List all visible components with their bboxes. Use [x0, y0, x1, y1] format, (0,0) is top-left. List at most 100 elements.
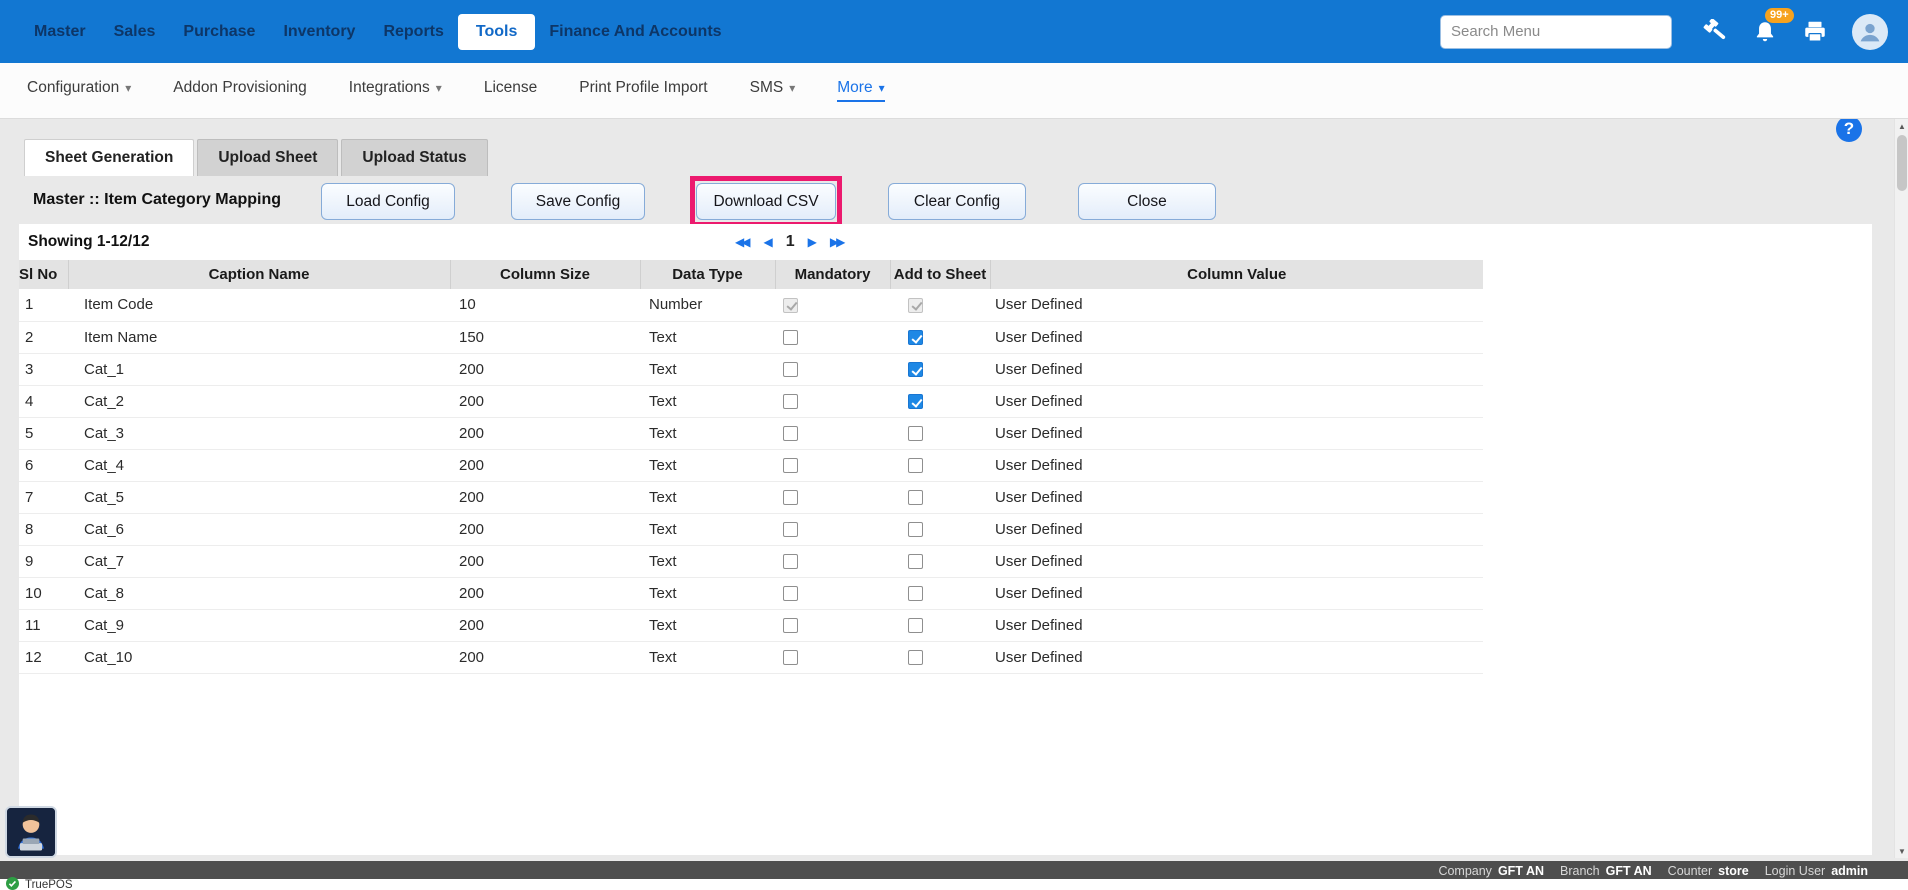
add-to-sheet-checkbox[interactable]: [908, 458, 923, 473]
cell-mandatory: [775, 417, 890, 449]
tab-sheet-generation[interactable]: Sheet Generation: [24, 139, 194, 176]
nav-tools[interactable]: Tools: [458, 14, 535, 50]
cell-add-to-sheet: [890, 481, 990, 513]
current-page-number[interactable]: 1: [786, 233, 795, 251]
add-to-sheet-checkbox[interactable]: [908, 522, 923, 537]
mandatory-checkbox: [783, 298, 798, 313]
support-chat-avatar[interactable]: [5, 806, 57, 858]
save-config-button[interactable]: Save Config: [511, 183, 645, 220]
subnav-sms-label: SMS: [750, 79, 784, 97]
subnav-print-profile-import[interactable]: Print Profile Import: [579, 79, 707, 102]
scrollbar-thumb[interactable]: [1897, 135, 1907, 191]
subnav-integrations[interactable]: Integrations▾: [349, 79, 442, 102]
add-to-sheet-checkbox[interactable]: [908, 490, 923, 505]
cell-add-to-sheet: [890, 545, 990, 577]
counter-label: Counter: [1668, 864, 1712, 878]
add-to-sheet-checkbox[interactable]: [908, 426, 923, 441]
add-to-sheet-checkbox: [908, 298, 923, 313]
add-to-sheet-checkbox[interactable]: [908, 362, 923, 377]
add-to-sheet-checkbox[interactable]: [908, 394, 923, 409]
cell-column-value: User Defined: [990, 289, 1483, 321]
add-to-sheet-checkbox[interactable]: [908, 554, 923, 569]
add-to-sheet-checkbox[interactable]: [908, 618, 923, 633]
nav-finance-and-accounts[interactable]: Finance And Accounts: [535, 13, 735, 51]
cell-column-size: 200: [450, 513, 640, 545]
mandatory-checkbox[interactable]: [783, 522, 798, 537]
cell-mandatory: [775, 449, 890, 481]
status-bar: Company GFT AN Branch GFT AN Counter sto…: [0, 861, 1908, 880]
cell-caption-name: Cat_10: [68, 641, 450, 673]
add-to-sheet-checkbox[interactable]: [908, 330, 923, 345]
subnav-addon-provisioning[interactable]: Addon Provisioning: [173, 79, 307, 102]
last-page-button[interactable]: ▶▶: [830, 235, 845, 249]
mandatory-checkbox[interactable]: [783, 394, 798, 409]
cell-mandatory: [775, 385, 890, 417]
subnav-more[interactable]: More▾: [837, 79, 884, 102]
mandatory-checkbox[interactable]: [783, 362, 798, 377]
table-row: 9 Cat_7 200 Text User Defined: [19, 545, 1483, 577]
cell-sl-no: 1: [19, 289, 68, 321]
cell-column-value: User Defined: [990, 545, 1483, 577]
cell-column-value: User Defined: [990, 481, 1483, 513]
search-menu-input[interactable]: [1440, 15, 1672, 49]
subnav-print-profile-import-label: Print Profile Import: [579, 79, 707, 97]
mandatory-checkbox[interactable]: [783, 426, 798, 441]
gavel-icon[interactable]: [1702, 19, 1728, 45]
mandatory-checkbox[interactable]: [783, 490, 798, 505]
cell-column-size: 150: [450, 321, 640, 353]
help-icon[interactable]: ?: [1836, 116, 1862, 142]
bell-icon[interactable]: 99+: [1752, 19, 1778, 45]
sheet-generation-panel: Showing 1-12/12 ◀◀ ◀ 1 ▶ ▶▶ Sl No Captio…: [19, 224, 1872, 855]
user-avatar[interactable]: [1852, 14, 1888, 50]
cell-column-size: 200: [450, 385, 640, 417]
subnav-configuration[interactable]: Configuration▾: [27, 79, 131, 102]
table-row: 5 Cat_3 200 Text User Defined: [19, 417, 1483, 449]
chevron-down-icon: ▾: [436, 81, 442, 95]
col-header-add-to-sheet: Add to Sheet: [890, 260, 990, 289]
mandatory-checkbox[interactable]: [783, 554, 798, 569]
prev-page-button[interactable]: ◀: [763, 235, 772, 249]
vertical-scrollbar[interactable]: ▲ ▼: [1894, 119, 1908, 858]
subnav-sms[interactable]: SMS▾: [750, 79, 796, 102]
nav-purchase[interactable]: Purchase: [169, 13, 269, 51]
cell-column-size: 200: [450, 641, 640, 673]
cell-caption-name: Item Name: [68, 321, 450, 353]
subnav-license[interactable]: License: [484, 79, 537, 102]
cell-caption-name: Cat_2: [68, 385, 450, 417]
cell-column-size: 200: [450, 353, 640, 385]
mandatory-checkbox[interactable]: [783, 618, 798, 633]
cell-mandatory: [775, 321, 890, 353]
login-user-label: Login User: [1765, 864, 1825, 878]
cell-data-type: Text: [640, 577, 775, 609]
download-csv-highlight: Download CSV: [690, 176, 842, 227]
col-header-column-size: Column Size: [450, 260, 640, 289]
cell-column-value: User Defined: [990, 641, 1483, 673]
mandatory-checkbox[interactable]: [783, 458, 798, 473]
first-page-button[interactable]: ◀◀: [735, 235, 750, 249]
chevron-down-icon: ▾: [879, 81, 885, 95]
printer-icon[interactable]: [1802, 19, 1828, 45]
scroll-up-button[interactable]: ▲: [1895, 119, 1908, 133]
tab-upload-status[interactable]: Upload Status: [341, 139, 487, 176]
close-button[interactable]: Close: [1078, 183, 1216, 220]
download-csv-button[interactable]: Download CSV: [696, 183, 836, 220]
scroll-down-button[interactable]: ▼: [1895, 844, 1908, 858]
add-to-sheet-checkbox[interactable]: [908, 650, 923, 665]
mandatory-checkbox[interactable]: [783, 586, 798, 601]
mandatory-checkbox[interactable]: [783, 330, 798, 345]
cell-data-type: Text: [640, 609, 775, 641]
nav-sales[interactable]: Sales: [100, 13, 170, 51]
clear-config-button[interactable]: Clear Config: [888, 183, 1026, 220]
tab-upload-sheet[interactable]: Upload Sheet: [197, 139, 338, 176]
cell-column-value: User Defined: [990, 321, 1483, 353]
cell-column-size: 200: [450, 481, 640, 513]
check-icon: [6, 877, 19, 890]
next-page-button[interactable]: ▶: [808, 235, 817, 249]
nav-reports[interactable]: Reports: [369, 13, 457, 51]
showing-records-text: Showing 1-12/12: [28, 233, 149, 251]
load-config-button[interactable]: Load Config: [321, 183, 455, 220]
nav-inventory[interactable]: Inventory: [269, 13, 369, 51]
mandatory-checkbox[interactable]: [783, 650, 798, 665]
nav-master[interactable]: Master: [20, 13, 100, 51]
add-to-sheet-checkbox[interactable]: [908, 586, 923, 601]
